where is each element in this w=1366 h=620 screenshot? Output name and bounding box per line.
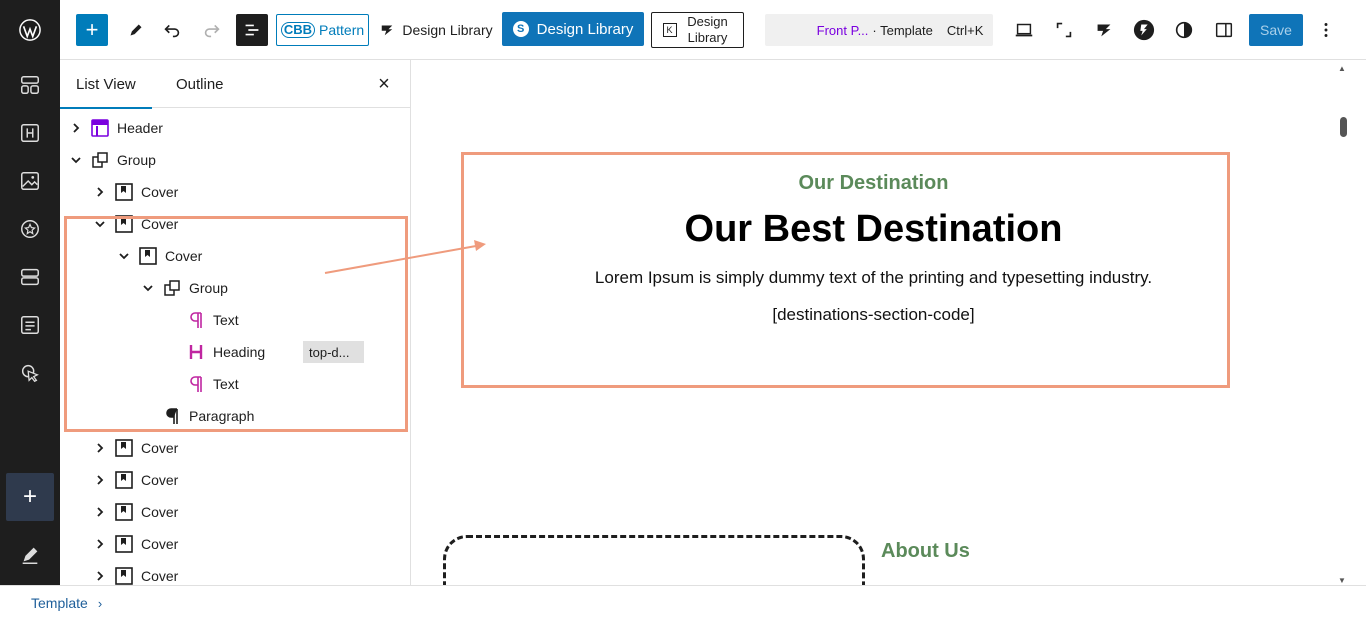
- stackable-logo-icon: [382, 25, 393, 36]
- star-badge-icon[interactable]: [0, 209, 60, 249]
- document-type: · Template: [872, 22, 933, 38]
- section-subtitle[interactable]: Our Destination: [411, 172, 1336, 195]
- heading-block-icon[interactable]: [0, 113, 60, 153]
- stackable-circle-settings-icon[interactable]: [1128, 14, 1160, 46]
- panel-tabs: List View Outline ×: [60, 60, 410, 109]
- cover-block-icon: [115, 471, 133, 489]
- list-view-row[interactable]: Header: [60, 112, 411, 144]
- chevron-right-icon[interactable]: [93, 441, 107, 455]
- redo-icon[interactable]: [196, 14, 228, 46]
- list-view-row-label: Cover: [141, 504, 179, 520]
- cover-block-icon: [115, 183, 133, 201]
- document-title: Front P...: [816, 22, 869, 38]
- list-view-row[interactable]: Cover: [60, 528, 411, 560]
- editor-canvas[interactable]: Our Destination Our Best Destination Lor…: [411, 60, 1336, 585]
- tab-list-view[interactable]: List View: [60, 60, 152, 109]
- design-library-label-2: Design Library: [536, 20, 634, 38]
- dashed-image-placeholder[interactable]: [443, 535, 865, 585]
- list-view-row-label: Cover: [141, 440, 179, 456]
- stackable-circle-icon: S: [512, 21, 529, 37]
- cbb-pattern-button[interactable]: CBB Pattern: [276, 14, 369, 46]
- scroll-down-arrow-icon[interactable]: ▼: [1338, 576, 1346, 585]
- tab-outline[interactable]: Outline: [176, 60, 224, 108]
- list-view-row[interactable]: Cover: [60, 464, 411, 496]
- stack-icon[interactable]: [0, 257, 60, 297]
- add-block-sidebar-button[interactable]: +: [6, 473, 54, 521]
- layout-icon[interactable]: [0, 65, 60, 105]
- wordpress-logo-icon[interactable]: [0, 10, 60, 50]
- save-button[interactable]: Save: [1249, 14, 1303, 46]
- list-view-row-label: Group: [117, 152, 156, 168]
- list-view-row[interactable]: Cover: [60, 496, 411, 528]
- section-shortcode[interactable]: [destinations-section-code]: [411, 305, 1336, 325]
- block-inserter-button[interactable]: +: [76, 14, 108, 46]
- list-view-row[interactable]: Cover: [60, 176, 411, 208]
- styles-contrast-icon[interactable]: [1168, 14, 1200, 46]
- list-view-row-label: Cover: [141, 536, 179, 552]
- design-library-button-plain[interactable]: Design Library: [378, 14, 493, 46]
- cover-block-icon: [115, 439, 133, 457]
- chevron-right-icon[interactable]: [93, 473, 107, 487]
- group-block-icon: [91, 151, 109, 169]
- cover-block-icon: [115, 535, 133, 553]
- cover-block-icon: [115, 567, 133, 585]
- pattern-label: Pattern: [319, 22, 365, 38]
- list-view-row-label: Cover: [141, 568, 179, 584]
- fullscreen-icon[interactable]: [1048, 14, 1080, 46]
- list-view-toggle-button[interactable]: [236, 14, 268, 46]
- chevron-right-icon[interactable]: [93, 185, 107, 199]
- chevron-right-icon[interactable]: [69, 121, 83, 135]
- chevron-right-icon[interactable]: [93, 537, 107, 551]
- template-block-icon: [91, 119, 109, 137]
- cover-block-icon: [115, 503, 133, 521]
- image-icon[interactable]: [0, 161, 60, 201]
- kadence-k-icon: K: [662, 23, 677, 37]
- edit-pencil-icon[interactable]: [0, 535, 60, 575]
- settings-sidebar-icon[interactable]: [1208, 14, 1240, 46]
- design-library-button-primary[interactable]: S Design Library: [502, 12, 644, 46]
- scroll-up-arrow-icon[interactable]: ▲: [1338, 64, 1346, 73]
- list-view-row-label: Cover: [141, 472, 179, 488]
- pointer-click-icon[interactable]: [0, 353, 60, 393]
- chevron-down-icon[interactable]: [69, 153, 83, 167]
- list-view-row[interactable]: Cover: [60, 432, 411, 464]
- tools-pencil-icon[interactable]: [120, 14, 152, 46]
- editor-footer: Template ›: [0, 585, 1366, 620]
- chevron-right-icon[interactable]: [93, 505, 107, 519]
- breadcrumb-chevron-icon: ›: [97, 595, 103, 611]
- selection-highlight-box: [64, 216, 408, 432]
- breadcrumb-template[interactable]: Template: [31, 595, 88, 611]
- admin-sidebar: +: [0, 0, 60, 585]
- list-view-row-label: Header: [117, 120, 163, 136]
- design-library-label-1: Design Library: [402, 22, 493, 38]
- undo-icon[interactable]: [156, 14, 188, 46]
- section-body-text[interactable]: Lorem Ipsum is simply dummy text of the …: [411, 268, 1336, 288]
- more-options-icon[interactable]: [1312, 14, 1340, 46]
- cbb-badge: CBB: [280, 22, 316, 38]
- design-library-button-outline[interactable]: K Design Library: [651, 12, 744, 48]
- close-panel-icon[interactable]: ×: [374, 73, 394, 95]
- list-view-row-label: Cover: [141, 184, 179, 200]
- list-view-icon: [245, 24, 259, 36]
- about-heading[interactable]: About Us: [881, 540, 970, 563]
- document-bar[interactable]: Front P... · Template Ctrl+K: [765, 14, 993, 46]
- canvas-scrollbar[interactable]: ▲ ▼: [1336, 60, 1350, 585]
- design-library-label-3: Design Library: [687, 14, 728, 45]
- list-view-row[interactable]: Group: [60, 144, 411, 176]
- scrollbar-thumb[interactable]: [1340, 117, 1347, 137]
- stackable-settings-icon[interactable]: [1088, 14, 1120, 46]
- chevron-right-icon[interactable]: [93, 569, 107, 583]
- editor-toolbar: + CBB Pattern Design Library S Design Li…: [60, 0, 1366, 60]
- command-shortcut: Ctrl+K: [946, 22, 984, 38]
- section-heading[interactable]: Our Best Destination: [411, 208, 1336, 251]
- document-list-icon[interactable]: [0, 305, 60, 345]
- device-preview-laptop-icon[interactable]: [1008, 14, 1040, 46]
